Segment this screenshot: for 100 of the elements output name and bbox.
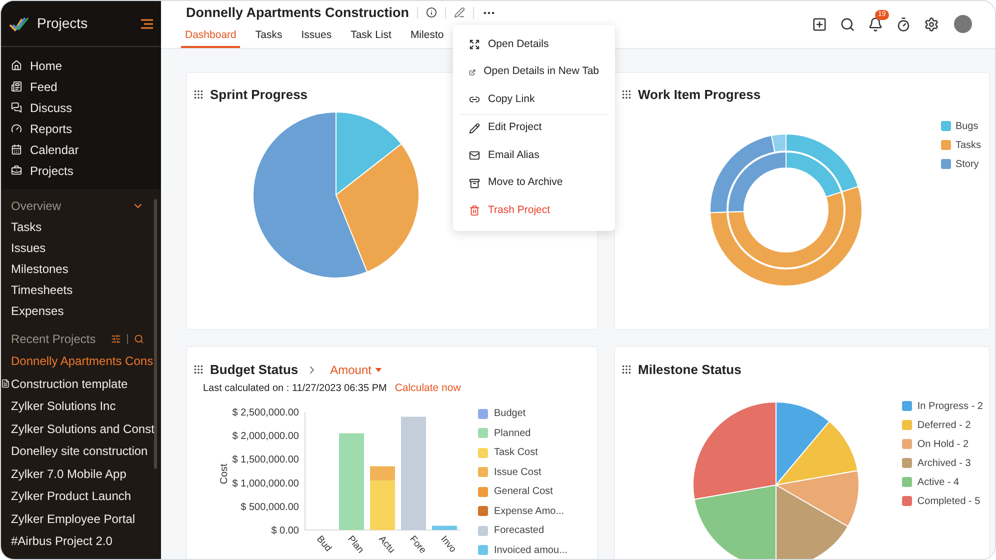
- drag-handle-icon[interactable]: [621, 364, 632, 376]
- recent-project[interactable]: Zylker Solutions Inc: [11, 397, 116, 416]
- filter-icon[interactable]: [111, 334, 122, 344]
- menu-item[interactable]: Trash Project: [453, 197, 615, 224]
- timer-icon[interactable]: [896, 16, 911, 32]
- overview-item[interactable]: Issues: [1, 237, 154, 258]
- legend-label: In Progress - 2: [917, 400, 983, 414]
- legend-label: Issue Cost: [494, 466, 542, 480]
- card-title: Sprint Progress: [210, 86, 308, 104]
- drag-handle-icon[interactable]: [193, 89, 204, 100]
- archive-icon: [469, 178, 480, 189]
- menu-icon[interactable]: [141, 18, 153, 28]
- tick-label: $ 1,000,000.00: [232, 478, 299, 490]
- avatar[interactable]: [954, 15, 972, 33]
- search-icon[interactable]: [840, 16, 855, 32]
- app-name: Projects: [37, 14, 89, 33]
- menu-item[interactable]: Edit Project: [453, 114, 615, 142]
- axis-label: Cost: [219, 464, 230, 485]
- recent-project[interactable]: Donelley site construction: [11, 442, 148, 460]
- menu-item[interactable]: Email Alias: [453, 142, 615, 170]
- recent-project[interactable]: Zylker Employee Portal: [11, 510, 136, 528]
- recent-project[interactable]: Zylker Solutions and Const: [11, 420, 154, 438]
- legend-label: Deferred - 2: [917, 418, 971, 432]
- overview-item[interactable]: Tasks: [1, 216, 154, 237]
- recent-project[interactable]: Donnelly Apartments Cons: [11, 352, 154, 370]
- home-icon: [11, 60, 22, 71]
- tick-label: Bud: [314, 534, 334, 554]
- bar: [432, 526, 457, 530]
- nav-item[interactable]: Projects: [1, 160, 161, 181]
- recent-project[interactable]: Zylker 7.0 Mobile App: [11, 464, 126, 483]
- drag-handle-icon[interactable]: [193, 364, 204, 376]
- tab[interactable]: Milesto: [406, 25, 448, 48]
- mail-icon: [469, 150, 480, 162]
- section-title: Recent Projects: [11, 330, 97, 348]
- legend-label: Active - 4: [917, 476, 960, 490]
- document-icon: [1, 379, 10, 388]
- overview-item[interactable]: Timesheets: [1, 279, 154, 300]
- bell-icon[interactable]: [868, 16, 883, 32]
- project-title: Donnelly Apartments Construction: [186, 4, 410, 22]
- tab[interactable]: Tasks: [251, 25, 286, 48]
- add-icon[interactable]: [812, 16, 827, 32]
- tick-label: $ 2,500,000.00: [232, 408, 299, 419]
- legend-label: General Cost: [494, 485, 553, 500]
- nav-item[interactable]: Reports: [1, 118, 161, 139]
- chat-icon: [11, 102, 22, 113]
- expand-icon: [469, 39, 480, 50]
- overview-item[interactable]: Milestones: [1, 258, 154, 279]
- section-title: Overview: [11, 198, 62, 214]
- tick-label: $ 2,000,000.00: [232, 431, 299, 442]
- pen-icon[interactable]: [454, 7, 466, 18]
- calendar-icon: [11, 144, 22, 155]
- settings-icon[interactable]: [924, 16, 939, 32]
- tick-label: $ 500,000.00: [240, 502, 299, 514]
- pencil-icon: [469, 122, 480, 134]
- link-icon: [469, 94, 480, 106]
- legend-label: Invoiced amou...: [494, 544, 568, 558]
- legend-label: Expense Amo...: [494, 504, 564, 519]
- nav-item[interactable]: Calendar: [1, 139, 161, 160]
- external-link-icon: [469, 66, 476, 78]
- recent-project[interactable]: Construction template: [1, 374, 128, 393]
- legend-label: Archived - 3: [917, 456, 971, 470]
- card-title: Budget Status: [210, 361, 298, 379]
- briefcase-icon: [11, 165, 22, 176]
- nav-item[interactable]: Discuss: [1, 97, 161, 118]
- tab[interactable]: Task List: [346, 25, 396, 48]
- drag-handle-icon[interactable]: [621, 89, 632, 100]
- legend-label: Budget: [494, 407, 526, 422]
- recent-project[interactable]: #Airbus Project 2.0: [11, 532, 112, 550]
- overview-item[interactable]: Expenses: [1, 300, 154, 321]
- view-dropdown[interactable]: Amount: [330, 360, 382, 379]
- trash-icon: [469, 205, 480, 216]
- calculate-link[interactable]: Calculate now: [394, 380, 461, 396]
- tab[interactable]: Dashboard: [181, 25, 240, 48]
- feed-icon: [11, 81, 22, 92]
- tick-label: $ 0.00: [271, 526, 299, 537]
- logo-icon: [9, 16, 29, 32]
- menu-item[interactable]: Move to Archive: [453, 170, 615, 197]
- legend-label: Task Cost: [494, 446, 538, 460]
- nav-item[interactable]: Feed: [1, 76, 161, 97]
- card-title: Work Item Progress: [638, 86, 761, 104]
- gauge-icon: [11, 123, 22, 134]
- legend-label: Story: [955, 158, 979, 172]
- menu-item[interactable]: Copy Link: [453, 86, 615, 114]
- legend-label: Forecasted: [494, 524, 544, 538]
- nav-item[interactable]: Home: [1, 55, 161, 76]
- menu-item[interactable]: Open Details: [453, 31, 615, 58]
- legend-label: Completed - 5: [917, 494, 980, 508]
- scrollbar[interactable]: [154, 199, 157, 469]
- search-icon[interactable]: [134, 334, 144, 344]
- recent-project[interactable]: Zylker Product Launch: [11, 487, 132, 506]
- legend-label: Tasks: [955, 138, 981, 152]
- caret-icon: [375, 368, 382, 372]
- info-icon[interactable]: [426, 7, 438, 18]
- tick-label: $ 1,500,000.00: [232, 454, 299, 466]
- legend-label: Planned: [494, 426, 531, 441]
- menu-item[interactable]: Open Details in New Tab: [453, 58, 615, 86]
- card-title: Milestone Status: [638, 361, 742, 379]
- tab[interactable]: Issues: [297, 25, 336, 48]
- last-calculated: Last calculated on : 11/27/2023 06:35 PM: [203, 382, 387, 396]
- tick-label: Actu: [376, 534, 397, 556]
